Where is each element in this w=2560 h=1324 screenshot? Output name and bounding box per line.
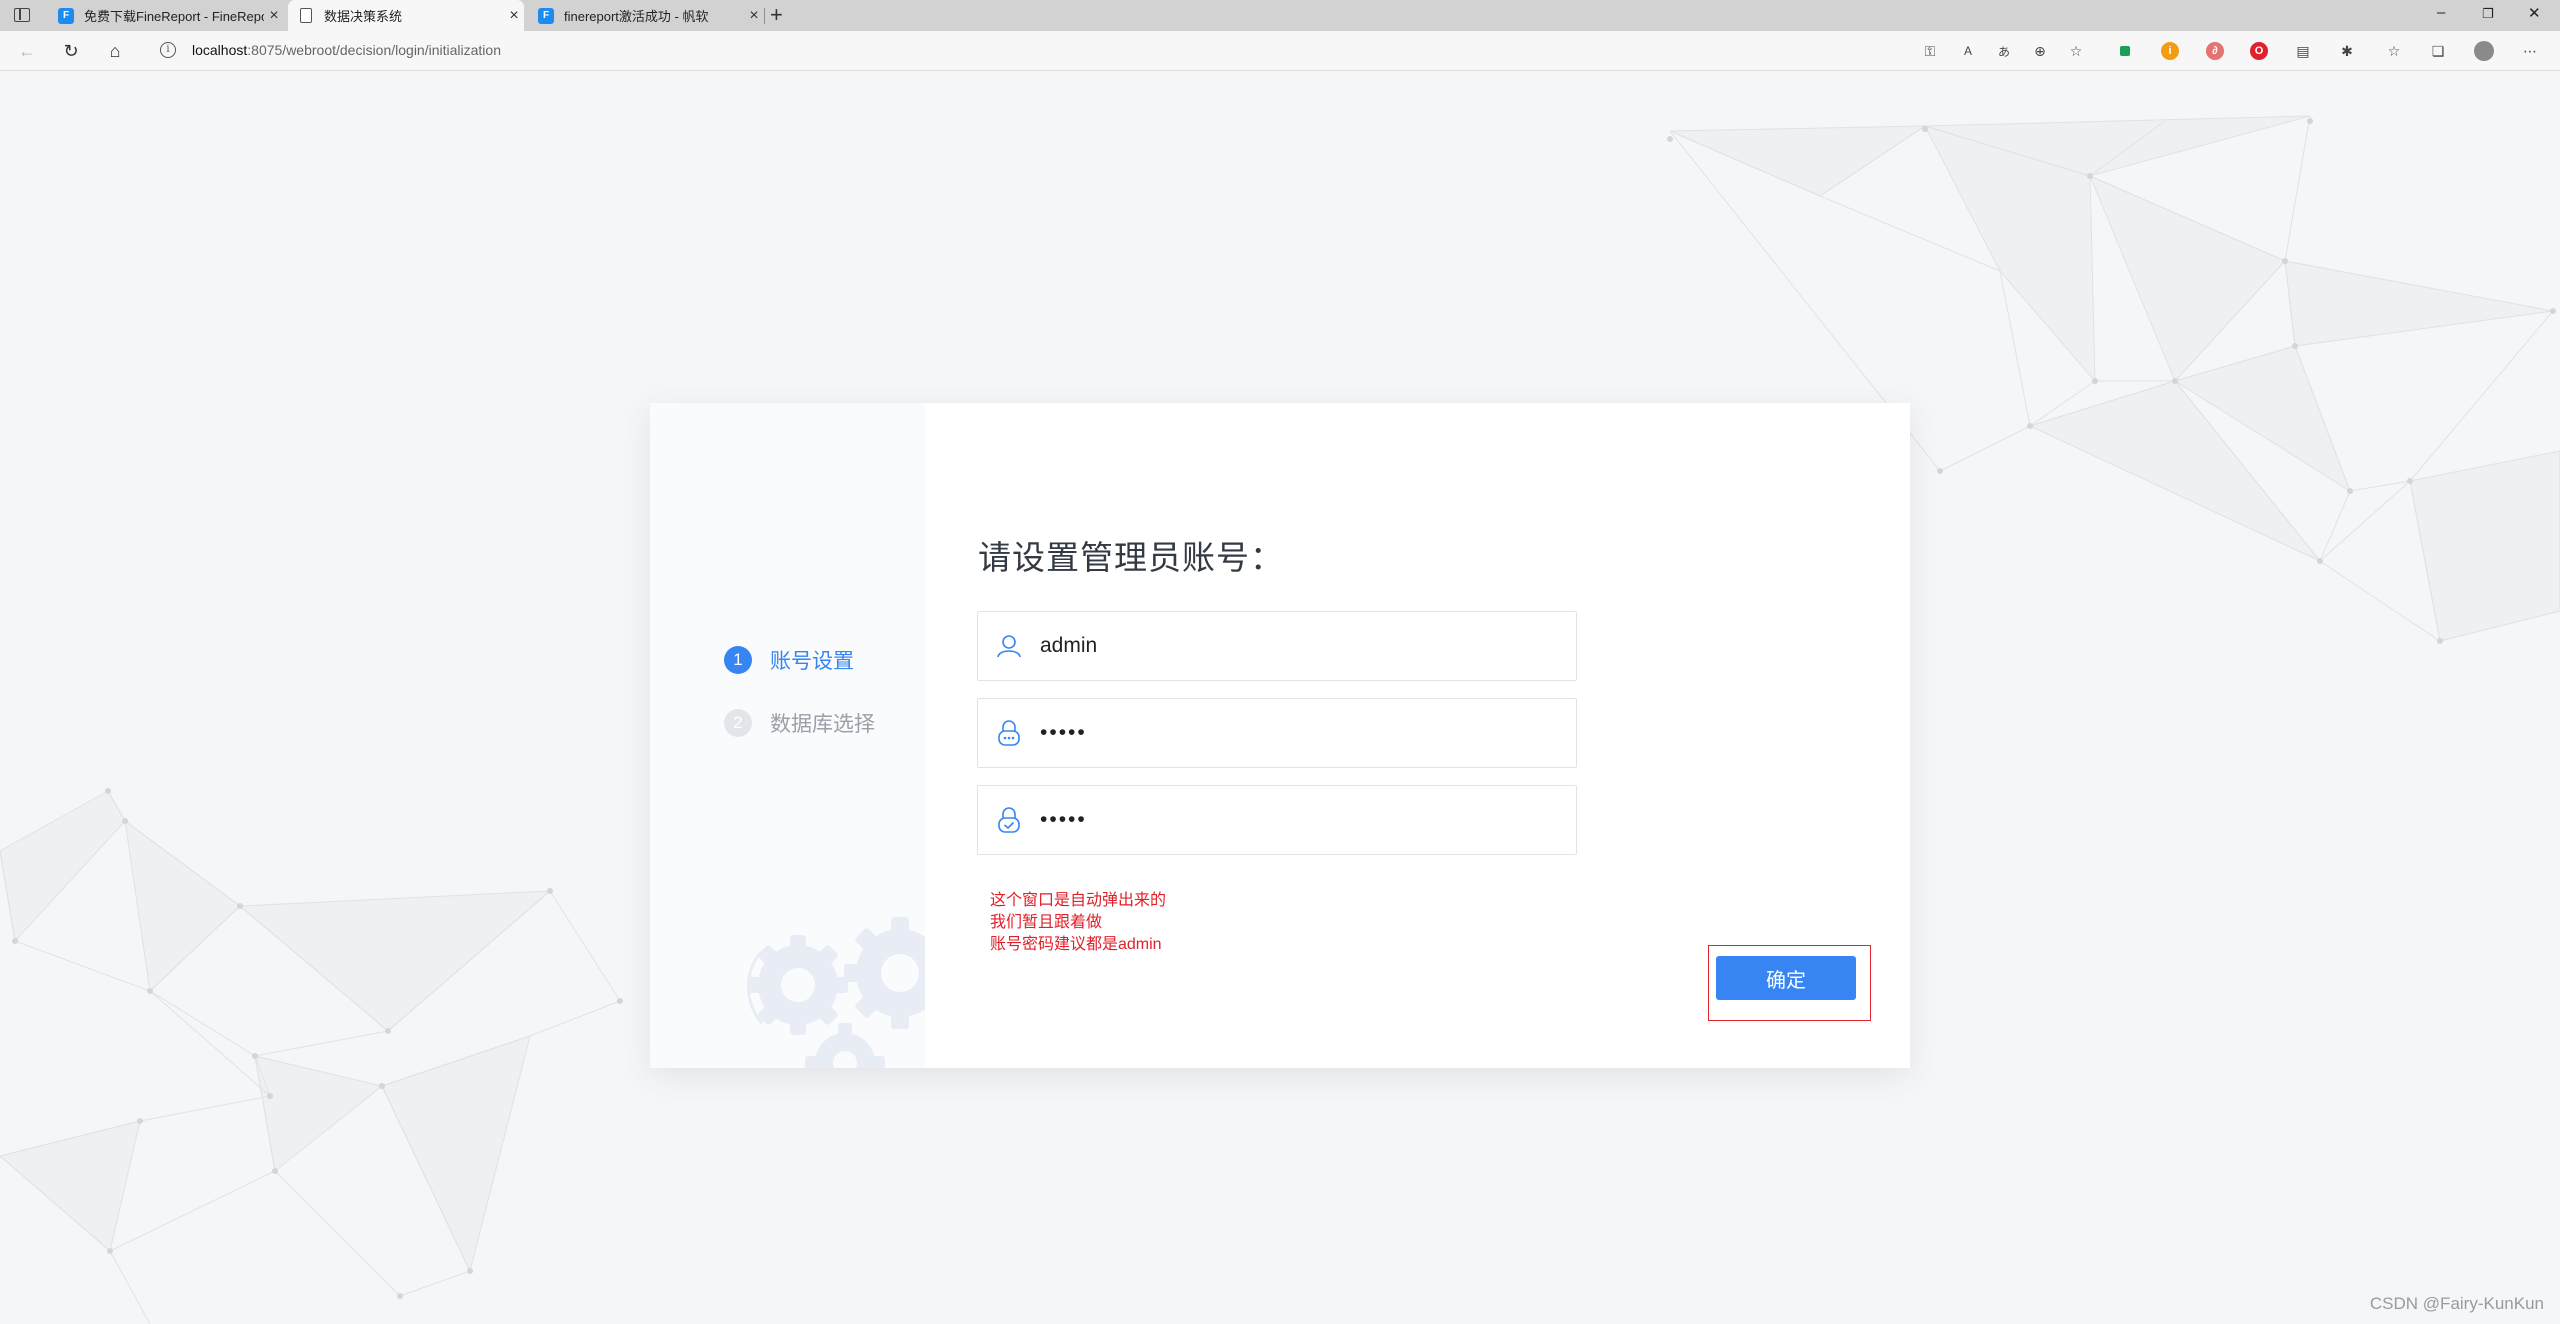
annotation-note: 这个窗口是自动弹出来的 我们暂且跟着做 账号密码建议都是admin xyxy=(990,890,1166,956)
opera-icon[interactable]: O xyxy=(2249,41,2269,61)
finereport-favicon: F xyxy=(538,7,554,24)
close-icon[interactable]: × xyxy=(744,7,764,25)
page-icon xyxy=(300,8,312,23)
key-icon[interactable]: ⚿ xyxy=(1920,41,1940,61)
tab-finereport-activate[interactable]: F finereport激活成功 - 帆软 × xyxy=(528,0,764,31)
info-icon[interactable]: i xyxy=(160,42,176,58)
page-title: 请设置管理员账号： xyxy=(978,539,1284,576)
back-arrow-icon[interactable]: ← xyxy=(16,40,38,62)
read-aloud-icon[interactable]: A xyxy=(1958,41,1978,61)
confirm-password-field[interactable]: ••••• xyxy=(977,785,1577,855)
steps-panel: 1 账号设置 2 数据库选择 xyxy=(650,403,925,1068)
annotation-line: 我们暂且跟着做 xyxy=(990,914,1103,931)
extension-red-icon[interactable]: ∂ xyxy=(2205,41,2225,61)
gears-decoration-icon xyxy=(746,917,925,1068)
restore-button[interactable]: ❐ xyxy=(2482,6,2494,22)
confirm-button[interactable]: 确定 xyxy=(1716,956,1856,1000)
minimize-button[interactable]: – xyxy=(2437,4,2445,21)
tab-title: 数据决策系统 xyxy=(324,9,403,24)
username-field[interactable]: admin xyxy=(977,611,1577,681)
annotation-line: 账号密码建议都是admin xyxy=(990,936,1162,953)
user-icon xyxy=(978,633,1040,659)
step-database-selection: 2 数据库选择 xyxy=(724,708,875,738)
favorites-icon[interactable]: ☆ xyxy=(2384,41,2404,61)
tab-separator xyxy=(764,8,765,24)
address-bar[interactable]: localhost:8075/webroot/decision/login/in… xyxy=(192,42,501,58)
lock-icon xyxy=(978,719,1040,747)
annotation-line: 这个窗口是自动弹出来的 xyxy=(990,892,1167,909)
username-value: admin xyxy=(1040,634,1098,657)
more-menu-icon[interactable]: ⋯ xyxy=(2520,41,2540,61)
step-number: 2 xyxy=(724,709,752,737)
watermark: CSDN @Fairy-KunKun xyxy=(2369,1294,2544,1313)
browser-toolbar: ← ↻ ⌂ i localhost:8075/webroot/decision/… xyxy=(0,31,2560,71)
extensions-icon[interactable]: ✱ xyxy=(2337,41,2357,61)
finereport-favicon: F xyxy=(58,7,74,24)
password-field[interactable]: ••••• xyxy=(977,698,1577,768)
address-host: localhost xyxy=(192,42,248,58)
step-label: 账号设置 xyxy=(770,650,854,673)
tab-finereport-download[interactable]: F 免费下载FineReport - FineReport × xyxy=(48,0,284,31)
initialization-dialog: 1 账号设置 2 数据库选择 请设置管理员账号： admin ••••• •••… xyxy=(650,403,1910,1068)
new-tab-button[interactable]: + xyxy=(770,2,783,28)
lock-check-icon xyxy=(978,806,1040,834)
collections-icon[interactable]: ❏ xyxy=(2428,41,2448,61)
address-path: :8075/webroot/decision/login/initializat… xyxy=(247,42,501,58)
extension-orange-icon[interactable]: i xyxy=(2160,41,2180,61)
close-icon[interactable]: × xyxy=(504,7,524,25)
tab-title: finereport激活成功 - 帆软 xyxy=(564,9,709,24)
close-window-button[interactable]: ✕ xyxy=(2528,4,2541,22)
home-icon[interactable]: ⌂ xyxy=(104,40,126,62)
tab-title: 免费下载FineReport - FineReport xyxy=(84,9,264,24)
tab-decision-system[interactable]: 数据决策系统 × xyxy=(288,0,524,31)
step-account-settings: 1 账号设置 xyxy=(724,645,854,675)
extension-green-icon[interactable] xyxy=(2115,41,2135,61)
favorite-add-icon[interactable]: ☆ xyxy=(2066,41,2086,61)
step-number: 1 xyxy=(724,646,752,674)
profile-avatar-icon[interactable] xyxy=(2474,41,2494,61)
refresh-icon[interactable]: ↻ xyxy=(60,40,82,62)
confirm-password-value: ••••• xyxy=(1040,808,1087,831)
password-value: ••••• xyxy=(1040,721,1087,744)
store-icon[interactable]: ▤ xyxy=(2293,41,2313,61)
sidebar-toggle-icon[interactable] xyxy=(14,8,30,22)
browser-tab-strip: F 免费下载FineReport - FineReport × 数据决策系统 ×… xyxy=(0,0,2560,31)
translate-icon[interactable]: あ xyxy=(1994,41,2014,61)
zoom-icon[interactable]: ⊕ xyxy=(2030,41,2050,61)
close-icon[interactable]: × xyxy=(264,7,284,25)
step-label: 数据库选择 xyxy=(770,713,875,736)
